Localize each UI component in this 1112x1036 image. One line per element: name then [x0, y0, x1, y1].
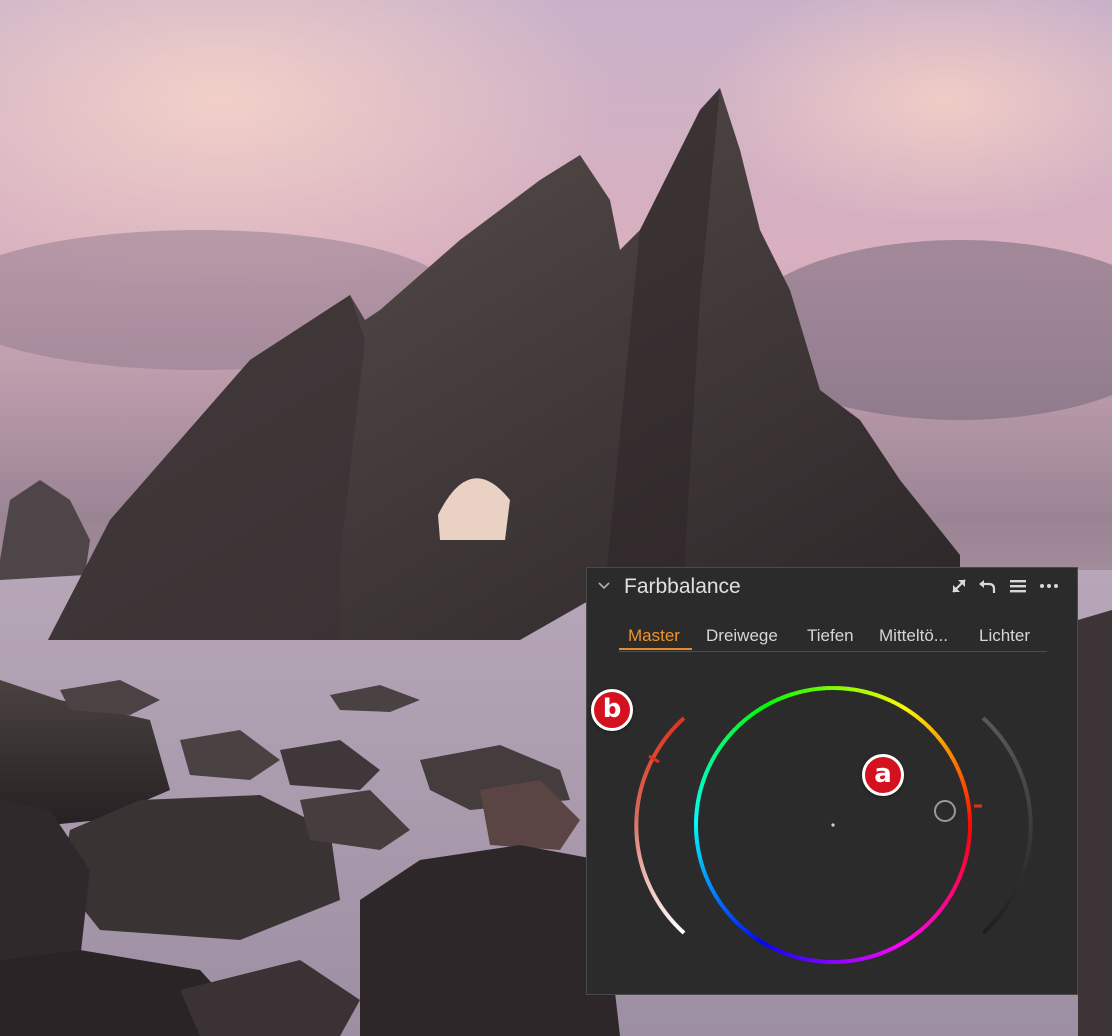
color-picker-handle[interactable] — [934, 800, 956, 822]
annotation-badge-a: a — [862, 754, 904, 796]
saturation-slider[interactable] — [634, 716, 686, 935]
color-balance-panel: Farbbalance Master Dreiwege Tiefen Mitte… — [586, 567, 1078, 995]
annotation-badge-b: b — [591, 689, 633, 731]
color-wheel-area — [634, 685, 1033, 965]
wheel-center-dot — [831, 823, 835, 827]
lightness-slider[interactable] — [981, 716, 1033, 935]
